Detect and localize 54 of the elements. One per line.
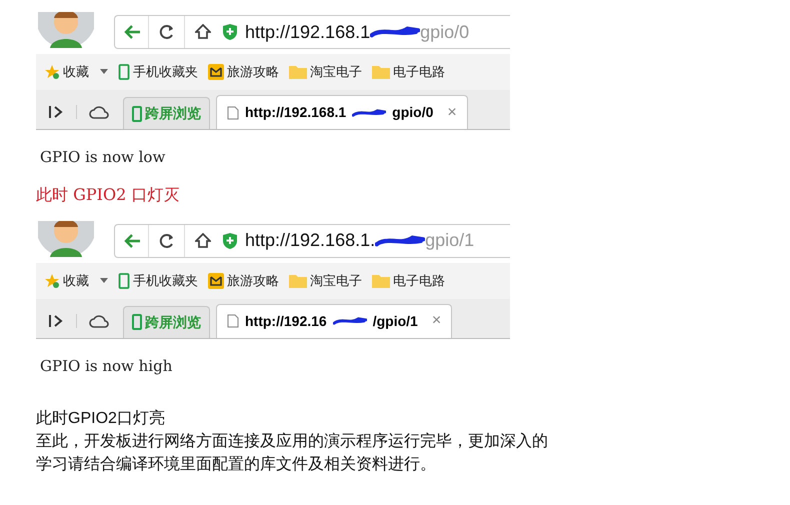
close-tab-button[interactable]: × xyxy=(432,309,442,333)
tab-title: http://192.168.1 xyxy=(245,103,346,122)
bookmark-item[interactable]: 旅游攻略 xyxy=(208,62,279,82)
bookmark-item[interactable]: 收藏 xyxy=(44,62,108,82)
caption: 此时 GPIO2 口灯灭 xyxy=(36,184,180,206)
bookmark-item[interactable]: 旅游攻略 xyxy=(208,270,279,290)
caret-icon[interactable] xyxy=(100,278,108,284)
page-text: GPIO is now high xyxy=(40,356,174,376)
address-bar[interactable]: http://192.168.1. gpio/1 xyxy=(114,224,510,258)
caret-icon[interactable] xyxy=(100,69,108,75)
page-icon xyxy=(227,106,239,120)
phone-icon xyxy=(118,272,130,288)
folder-icon xyxy=(289,65,307,79)
body-text: 此时GPIO2口灯亮 xyxy=(36,408,166,429)
url-text: gpio/0 xyxy=(420,20,470,44)
bag-icon xyxy=(208,272,224,288)
redaction-scribble xyxy=(370,24,420,40)
bag-icon xyxy=(208,64,224,80)
body-text: 学习请结合编译环境里面配置的库文件及相关资料进行。 xyxy=(36,454,437,475)
phone-icon xyxy=(132,314,142,330)
page-icon xyxy=(227,314,239,328)
bookmark-item[interactable]: 收藏 xyxy=(44,270,108,290)
cloud-icon[interactable] xyxy=(89,314,109,328)
shield-icon xyxy=(223,232,237,248)
close-tab-button[interactable]: × xyxy=(447,100,457,124)
folder-icon xyxy=(372,65,390,79)
shield-icon xyxy=(223,24,237,40)
tab-title: /gpio/1 xyxy=(372,312,418,331)
phone-icon xyxy=(132,106,142,122)
cloud-icon[interactable] xyxy=(89,105,109,119)
url-text: gpio/1 xyxy=(425,229,474,252)
bookmark-item[interactable]: 电子电路 xyxy=(372,270,445,290)
bookmark-item[interactable]: 电子电路 xyxy=(372,62,445,82)
bookmark-item[interactable]: 淘宝电子 xyxy=(289,270,362,290)
url-text: http://192.168.1 xyxy=(245,20,370,44)
star-icon xyxy=(44,64,60,80)
bookmark-item[interactable]: 淘宝电子 xyxy=(289,62,362,82)
url-text: http://192.168.1. xyxy=(245,229,376,252)
bookmark-item[interactable]: 手机收藏夹 xyxy=(118,62,198,82)
browser-tab[interactable]: http://192.16 /gpio/1 × xyxy=(216,304,452,338)
tab-title: http://192.16 xyxy=(245,312,327,331)
sidebar-toggle-icon[interactable] xyxy=(48,105,64,119)
page-text: GPIO is now low xyxy=(40,147,166,168)
phone-icon xyxy=(118,64,130,80)
folder-icon xyxy=(372,274,390,288)
redaction-scribble xyxy=(375,232,426,248)
sidebar-toggle-icon[interactable] xyxy=(48,314,64,328)
address-bar[interactable]: http://192.168.1 gpio/0 xyxy=(114,15,510,49)
tab-title: gpio/0 xyxy=(392,103,434,122)
bookmark-item[interactable]: 手机收藏夹 xyxy=(118,270,198,290)
star-icon xyxy=(44,272,60,288)
body-text: 至此，开发板进行网络方面连接及应用的演示程序运行完毕，更加深入的 xyxy=(36,432,549,452)
browser-tab[interactable]: http://192.168.1 gpio/0 × xyxy=(216,95,468,129)
folder-icon xyxy=(289,274,307,288)
